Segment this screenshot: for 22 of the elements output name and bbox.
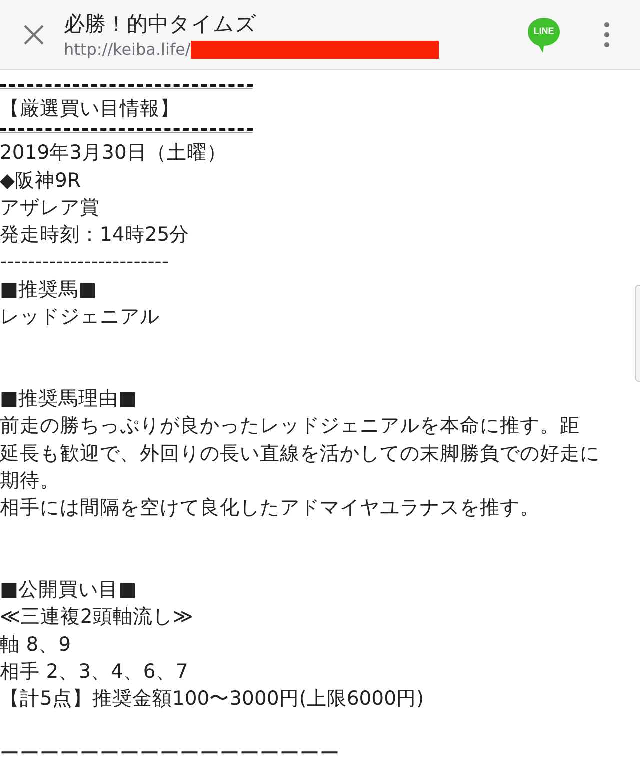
text-line: レッドジェニアル bbox=[0, 304, 160, 330]
text-line: ■公開買い目■ bbox=[0, 577, 137, 604]
page-url: http://keiba.life/ bbox=[64, 40, 191, 59]
share-label: LINE bbox=[532, 26, 556, 36]
text-line: 【厳選買い目情報】 bbox=[0, 96, 180, 122]
text-line: 相手には間隔を空けて良化したアドマイヤユラナスを推す。 bbox=[0, 495, 540, 522]
text-line: 軸 8、9 bbox=[0, 632, 72, 658]
text-line: 2019年3月30日（土曜） bbox=[0, 140, 227, 166]
text-line: ≪三連複2頭軸流し≫ bbox=[0, 604, 194, 630]
text-line: ■推奨馬理由■ bbox=[0, 386, 137, 412]
text-line: ◆阪神9R bbox=[0, 168, 81, 194]
text-line: ------------------------ bbox=[0, 249, 169, 276]
text-line: 【計5点】推奨金額100〜3000円(上限6000円) bbox=[0, 686, 424, 712]
text-line: 相手 2、3、4、6、7 bbox=[0, 658, 188, 685]
text-line: アザレア賞 bbox=[0, 194, 100, 221]
text-line: 発走時刻：14時25分 bbox=[0, 222, 190, 248]
text-line: ーーーーーーーーーーーーーーーーー bbox=[0, 740, 340, 767]
text-line: 前走の勝ちっぷりが良かったレッドジェニアルを本命に推す。距 bbox=[0, 413, 580, 440]
text-line: 延長も歓迎で、外回りの長い直線を活かしての末脚勝負での好走に bbox=[0, 440, 600, 467]
text-line: 期待。 bbox=[0, 468, 60, 494]
text-line: ■推奨馬■ bbox=[0, 276, 97, 303]
page-title: 必勝！的中タイムズ bbox=[64, 11, 258, 38]
